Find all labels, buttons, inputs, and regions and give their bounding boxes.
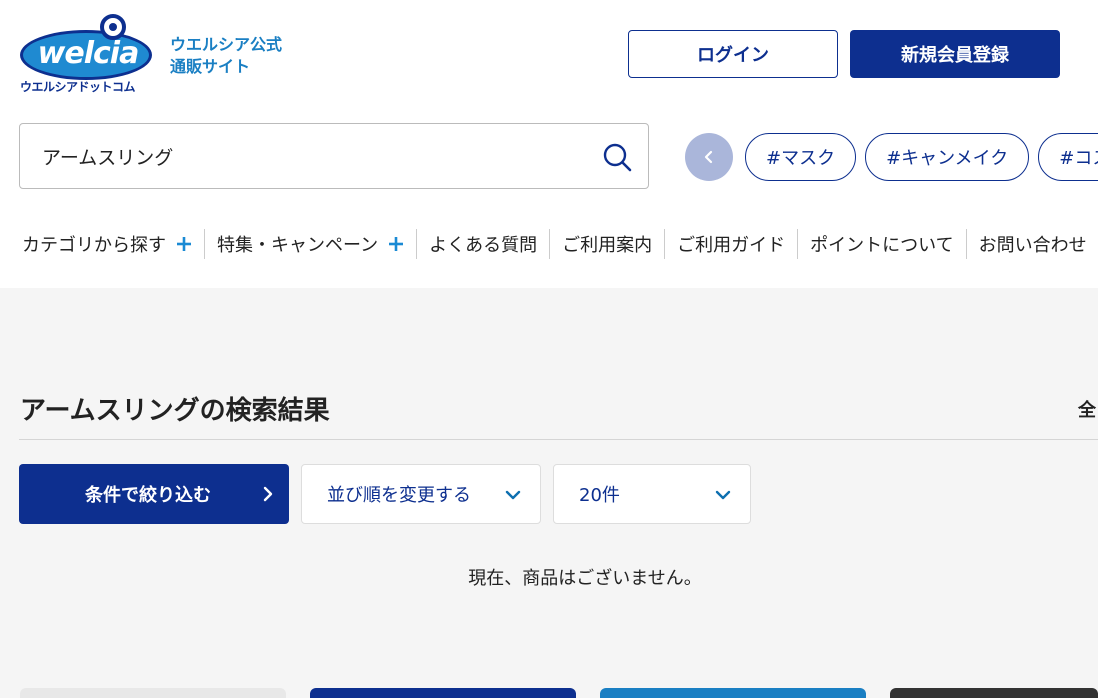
hashtag-chip[interactable]: #コスメ xyxy=(1038,133,1098,181)
hashtag-chip[interactable]: #キャンメイク xyxy=(865,133,1030,181)
nav-item[interactable]: 特集・キャンペーン xyxy=(205,229,418,259)
nav-item-label: カテゴリから探す xyxy=(22,235,166,256)
global-nav-track: カテゴリから探す 特集・キャンペーン よくある質問 ご利用案内 ご利用ガイド ポイントにつ… xyxy=(0,224,1098,264)
register-button[interactable]: 新規会員登録 xyxy=(850,30,1060,78)
login-button[interactable]: ログイン xyxy=(628,30,838,78)
per-page-select[interactable]: 20件 xyxy=(553,464,751,524)
hashtag-carousel: #マスク#キャンメイク#コスメ xyxy=(745,133,1098,181)
plus-icon xyxy=(177,237,191,251)
site-name-line2: 通販サイト xyxy=(170,57,251,76)
chevron-left-icon xyxy=(704,150,713,164)
results-divider xyxy=(19,439,1098,440)
site-header: welcia ウエルシアドットコム ウエルシア公式 通販サイト ログイン 新規会… xyxy=(0,0,1098,288)
nav-item[interactable]: ご利用ガイド xyxy=(665,229,799,259)
tags-prev-button[interactable] xyxy=(685,133,733,181)
search-input[interactable] xyxy=(42,142,582,170)
sort-select[interactable]: 並び順を変更する xyxy=(301,464,541,524)
nav-item[interactable]: よくある質問 xyxy=(417,229,551,259)
nav-item-label: お問い合わせ xyxy=(978,235,1087,256)
per-page-select-label: 20件 xyxy=(579,485,620,506)
logo-wordmark: welcia xyxy=(37,36,140,71)
search-box xyxy=(19,123,649,189)
footer-card xyxy=(20,688,286,698)
logo-subtext: ウエルシアドットコム xyxy=(20,80,136,94)
site-name-line1: ウエルシア公式 xyxy=(170,35,283,54)
nav-item-label: 特集・キャンペーン xyxy=(217,235,379,256)
hashtag-chip[interactable]: #マスク xyxy=(745,133,857,181)
chevron-right-icon xyxy=(263,486,273,502)
site-name: ウエルシア公式 通販サイト xyxy=(170,34,282,78)
filter-button-label: 条件で絞り込む xyxy=(85,485,211,506)
footer-card xyxy=(890,688,1098,698)
welcia-logo[interactable]: welcia ウエルシアドットコム xyxy=(18,12,158,96)
nav-item[interactable]: お問い合わせ xyxy=(967,229,1098,259)
nav-item[interactable]: カテゴリから探す xyxy=(0,229,205,259)
results-count: 全 xyxy=(1078,400,1096,421)
sort-select-label: 並び順を変更する xyxy=(327,485,471,506)
filter-button[interactable]: 条件で絞り込む xyxy=(19,464,289,524)
nav-item[interactable]: ポイントについて xyxy=(798,229,967,259)
nav-item[interactable]: ご利用案内 xyxy=(550,229,666,259)
chevron-down-icon xyxy=(715,490,731,500)
plus-icon xyxy=(389,237,404,251)
footer-card xyxy=(310,688,576,698)
nav-item-label: ポイントについて xyxy=(810,235,954,256)
global-nav: カテゴリから探す 特集・キャンペーン よくある質問 ご利用案内 ご利用ガイド ポイントにつ… xyxy=(0,224,1098,264)
results-title: アームスリングの検索結果 xyxy=(20,396,330,426)
nav-item-label: よくある質問 xyxy=(429,235,538,256)
footer-card xyxy=(600,688,866,698)
nav-item-label: ご利用ガイド xyxy=(677,235,786,256)
empty-results-message: 現在、商品はございません。 xyxy=(468,568,702,589)
chevron-down-icon xyxy=(505,490,521,500)
hashtag-track: #マスク#キャンメイク#コスメ xyxy=(745,133,1098,181)
nav-item-label: ご利用案内 xyxy=(562,235,653,256)
search-icon[interactable] xyxy=(602,142,632,172)
